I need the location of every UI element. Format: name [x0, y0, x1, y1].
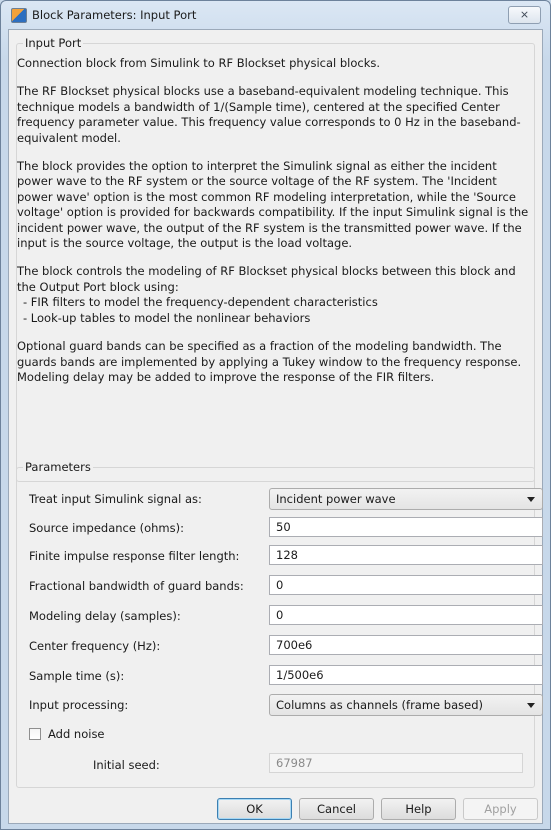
fir-length-label: Finite impulse response filter length:: [29, 549, 240, 563]
treat-input-value: Incident power wave: [276, 492, 396, 506]
title-bar[interactable]: Block Parameters: Input Port ⨯: [1, 1, 550, 29]
initial-seed-field[interactable]: 67987: [269, 753, 523, 773]
source-impedance-label: Source impedance (ohms):: [29, 521, 184, 535]
input-processing-label: Input processing:: [29, 698, 129, 712]
parameters-legend: Parameters: [25, 460, 91, 474]
add-noise-checkbox[interactable]: [29, 728, 41, 740]
center-frequency-field[interactable]: 700e6: [269, 635, 543, 655]
add-noise-label[interactable]: Add noise: [48, 727, 105, 741]
dialog-client-area: Input Port Connection block from Simulin…: [8, 29, 543, 824]
input-processing-value: Columns as channels (frame based): [276, 698, 483, 712]
chevron-down-icon: [527, 497, 535, 502]
description-paragraph: Optional guard bands can be specified as…: [17, 339, 522, 384]
guard-bands-field[interactable]: 0: [269, 575, 543, 595]
input-port-legend: Input Port: [25, 36, 82, 50]
guard-bands-label: Fractional bandwidth of guard bands:: [29, 579, 244, 593]
apply-button[interactable]: Apply: [463, 798, 538, 820]
description-bullet: - Look-up tables to model the nonlinear …: [23, 310, 311, 325]
description-paragraph: The block controls the modeling of RF Bl…: [17, 264, 529, 326]
block-parameters-icon: [11, 8, 27, 23]
close-button[interactable]: ⨯: [508, 6, 541, 24]
description-paragraph: Connection block from Simulink to RF Blo…: [17, 56, 381, 70]
input-processing-dropdown[interactable]: Columns as channels (frame based): [269, 694, 543, 716]
chevron-down-icon: [527, 703, 535, 708]
initial-seed-label: Initial seed:: [93, 758, 160, 772]
dialog-window: Block Parameters: Input Port ⨯ Input Por…: [0, 0, 551, 830]
description-paragraph: The block provides the option to interpr…: [17, 159, 529, 251]
description-paragraph: The RF Blockset physical blocks use a ba…: [17, 84, 521, 145]
treat-input-label: Treat input Simulink signal as:: [29, 492, 202, 506]
modeling-delay-label: Modeling delay (samples):: [29, 609, 181, 623]
ok-button[interactable]: OK: [217, 798, 292, 820]
fir-length-field[interactable]: 128: [269, 545, 543, 565]
block-description: Connection block from Simulink to RF Blo…: [17, 56, 529, 398]
window-title: Block Parameters: Input Port: [32, 8, 197, 22]
treat-input-dropdown[interactable]: Incident power wave: [269, 488, 543, 510]
modeling-delay-field[interactable]: 0: [269, 605, 543, 625]
help-button[interactable]: Help: [381, 798, 456, 820]
description-text: The block controls the modeling of RF Bl…: [17, 264, 516, 294]
center-frequency-label: Center frequency (Hz):: [29, 639, 161, 653]
description-bullet: - FIR filters to model the frequency-dep…: [23, 295, 378, 310]
sample-time-label: Sample time (s):: [29, 669, 125, 683]
source-impedance-field[interactable]: 50: [269, 517, 543, 537]
cancel-button[interactable]: Cancel: [299, 798, 374, 820]
sample-time-field[interactable]: 1/500e6: [269, 665, 543, 685]
